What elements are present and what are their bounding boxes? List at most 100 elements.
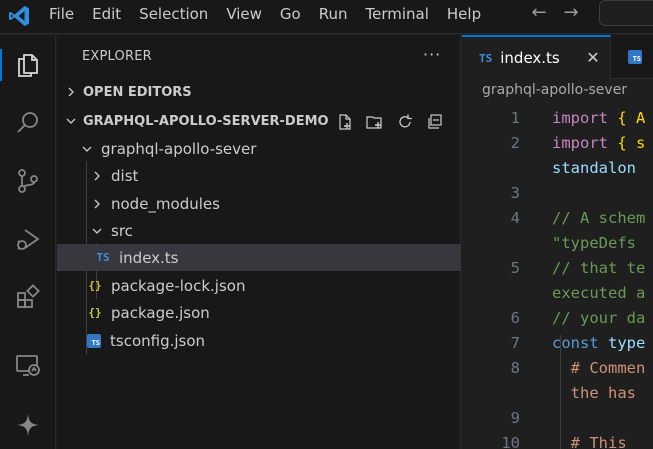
new-file-icon[interactable] (333, 111, 357, 133)
collapse-all-icon[interactable] (423, 111, 447, 133)
activity-extensions[interactable] (0, 273, 56, 321)
project-label: GRAPHQL-APOLLO-SERVER-DEMO-... (83, 113, 329, 129)
code-token: { A (608, 109, 646, 127)
section-actions (333, 111, 447, 133)
tree-folder-src[interactable]: src (57, 217, 461, 244)
line-number: 6 (510, 309, 520, 327)
activity-remote-explorer[interactable] (0, 341, 56, 389)
menu-view[interactable]: View (217, 0, 271, 28)
chevron-down-icon (89, 223, 105, 239)
tree-label: src (111, 221, 133, 240)
json-file-icon: {} (88, 279, 102, 292)
project-section[interactable]: GRAPHQL-APOLLO-SERVER-DEMO-... (57, 108, 461, 134)
extensions-icon (17, 284, 40, 308)
code-line: // A schem (552, 209, 646, 227)
tree-label: node_modules (111, 194, 220, 213)
line-number: 3 (510, 184, 520, 202)
code-line: # This (552, 434, 627, 449)
activity-source-control[interactable] (0, 157, 56, 205)
open-editors-section[interactable]: OPEN EDITORS (57, 79, 461, 105)
activity-run-debug[interactable] (0, 215, 56, 263)
menu-terminal[interactable]: Terminal (357, 0, 438, 28)
activity-copilot[interactable] (0, 401, 56, 449)
explorer-icon (18, 54, 38, 77)
code-line: import { s (552, 134, 645, 152)
code-token: import (552, 134, 608, 152)
tree-label: index.ts (119, 248, 179, 267)
line-number: 2 (510, 134, 520, 152)
code-line: # Commen (552, 359, 646, 377)
tab-index-ts[interactable]: TS index.ts ✕ (462, 35, 611, 79)
code-line: executed a (552, 284, 646, 302)
open-editors-label: OPEN EDITORS (83, 84, 192, 100)
code-line: "typeDefs (552, 234, 636, 252)
line-number: 7 (510, 334, 520, 352)
tree-label: dist (111, 166, 139, 185)
tree-label: package.json (111, 303, 210, 322)
code-token: { s (608, 134, 646, 152)
line-number: 5 (510, 259, 520, 277)
typescript-file-icon: TS (96, 251, 110, 264)
line-number: 1 (510, 109, 520, 127)
tsconfig-file-icon: TS (87, 333, 101, 348)
tree-file-index-ts[interactable]: TS index.ts (57, 244, 461, 271)
sidebar-title: EXPLORER (82, 49, 152, 64)
chevron-right-icon (89, 168, 105, 184)
sidebar-header: EXPLORER ··· (57, 35, 461, 79)
tree-file-tsconfig-json[interactable]: TS tsconfig.json (57, 327, 461, 354)
activity-search[interactable] (0, 99, 56, 147)
chevron-down-icon (63, 113, 79, 129)
code-token: import (552, 109, 608, 127)
remote-explorer-icon (16, 355, 40, 376)
code-line: // that te (552, 259, 646, 277)
code-line: the has (552, 384, 636, 402)
close-icon[interactable]: ✕ (583, 48, 603, 68)
activity-bar (0, 35, 56, 449)
menu-bar: File Edit Selection View Go Run Terminal… (40, 0, 490, 28)
more-actions-icon[interactable]: ··· (423, 45, 441, 64)
tree-label: tsconfig.json (110, 331, 206, 350)
tab-label: index.ts (500, 49, 560, 67)
activity-explorer[interactable] (0, 41, 56, 89)
command-center-search[interactable] (599, 0, 653, 26)
code-view[interactable]: 1 import { A 2 import { s standalon 3 4 … (462, 105, 653, 449)
tab-second-file[interactable]: TS (612, 35, 653, 79)
menu-selection[interactable]: Selection (130, 0, 217, 28)
tree-file-package-lock-json[interactable]: {} package-lock.json (57, 272, 461, 299)
breadcrumb[interactable]: graphql-apollo-sever (482, 82, 627, 98)
run-debug-icon (17, 229, 40, 250)
code-line: const type (552, 334, 645, 352)
chevron-right-icon (89, 196, 105, 212)
vscode-logo-icon (9, 6, 29, 26)
menu-file[interactable]: File (40, 0, 83, 28)
new-folder-icon[interactable] (363, 111, 387, 133)
menu-run[interactable]: Run (310, 0, 357, 28)
typescript-file-icon: TS (479, 51, 493, 65)
menu-go[interactable]: Go (271, 0, 310, 28)
tree-folder-node-modules[interactable]: node_modules (57, 190, 461, 217)
tree-file-package-json[interactable]: {} package.json (57, 299, 461, 326)
code-token: const (552, 334, 599, 352)
tree-label: graphql-apollo-sever (101, 139, 257, 158)
menu-edit[interactable]: Edit (83, 0, 130, 28)
code-line: standalon (552, 159, 636, 177)
code-line: // your da (552, 309, 646, 327)
tree-label: package-lock.json (111, 276, 246, 295)
refresh-icon[interactable] (393, 111, 417, 133)
editor-area: TS index.ts ✕ TS graphql-apollo-sever 1 … (462, 35, 653, 449)
explorer-sidebar: EXPLORER ··· OPEN EDITORS GRAPHQL-APOLLO… (57, 35, 461, 449)
line-number: 4 (510, 209, 520, 227)
chevron-right-icon (63, 84, 79, 100)
line-number: 10 (501, 434, 520, 449)
copilot-icon (17, 414, 39, 436)
back-arrow-icon[interactable]: ← (528, 2, 550, 24)
line-number: 8 (510, 359, 520, 377)
search-icon (17, 112, 38, 133)
tree-folder-dist[interactable]: dist (57, 162, 461, 189)
nav-arrows: ← → (528, 2, 582, 24)
forward-arrow-icon[interactable]: → (560, 2, 582, 24)
tree-folder-graphql-apollo-sever[interactable]: graphql-apollo-sever (57, 135, 461, 162)
code-token: type (598, 334, 646, 352)
chevron-down-icon (79, 141, 95, 157)
menu-help[interactable]: Help (438, 0, 490, 28)
